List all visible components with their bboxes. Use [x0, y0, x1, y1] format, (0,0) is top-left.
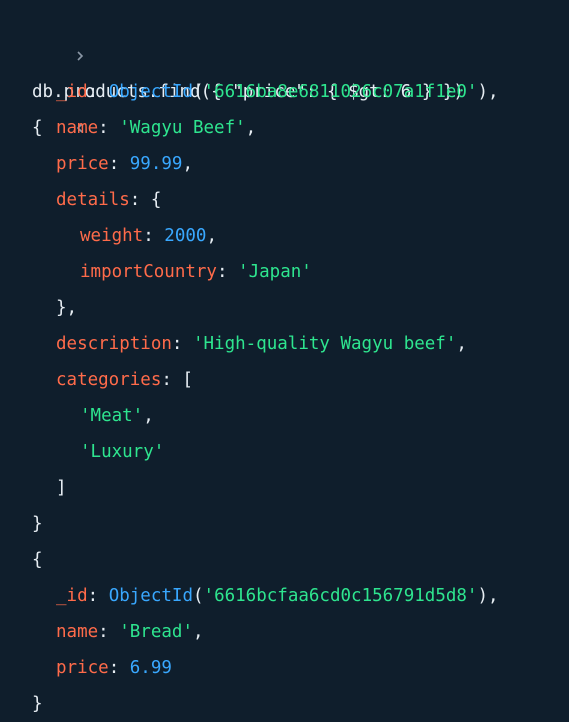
output-line: {	[0, 38, 83, 138]
doc1-description-line: description: 'High-quality Wagyu beef',	[56, 334, 467, 354]
doc1-category-item: 'Luxury'	[80, 442, 165, 462]
doc1-details-line: details: {	[56, 190, 162, 210]
mongo-shell-output: db.products.find({ "price": { $gt: 6 } }…	[0, 0, 569, 718]
open-brace: {	[32, 118, 43, 138]
doc1-price-line: price: 99.99,	[56, 154, 193, 174]
doc1-categories-line: categories: [	[56, 370, 193, 390]
doc1-name-line: name: 'Wagyu Beef',	[56, 118, 257, 138]
doc1-close-brace: }	[32, 514, 43, 534]
doc2-id-line: _id: ObjectId('6616bcfaa6cd0c156791d5d8'…	[56, 586, 499, 606]
doc1-category-item: 'Meat',	[80, 406, 154, 426]
doc2-name-line: name: 'Bread',	[56, 622, 204, 642]
command-line[interactable]: db.products.find({ "price": { $gt: 6 } }…	[0, 2, 464, 102]
doc2-open-brace: {	[32, 550, 43, 570]
doc1-details-close: },	[56, 298, 78, 318]
doc2-price-line: price: 6.99	[56, 658, 172, 678]
doc1-id-line: _id: ObjectId('6616ba8e6811026c07a1f1e0'…	[56, 82, 499, 102]
doc2-close-brace: }	[32, 694, 43, 714]
doc1-categories-close: ]	[56, 478, 67, 498]
doc1-importcountry-line: importCountry: 'Japan'	[80, 262, 312, 282]
doc1-weight-line: weight: 2000,	[80, 226, 217, 246]
